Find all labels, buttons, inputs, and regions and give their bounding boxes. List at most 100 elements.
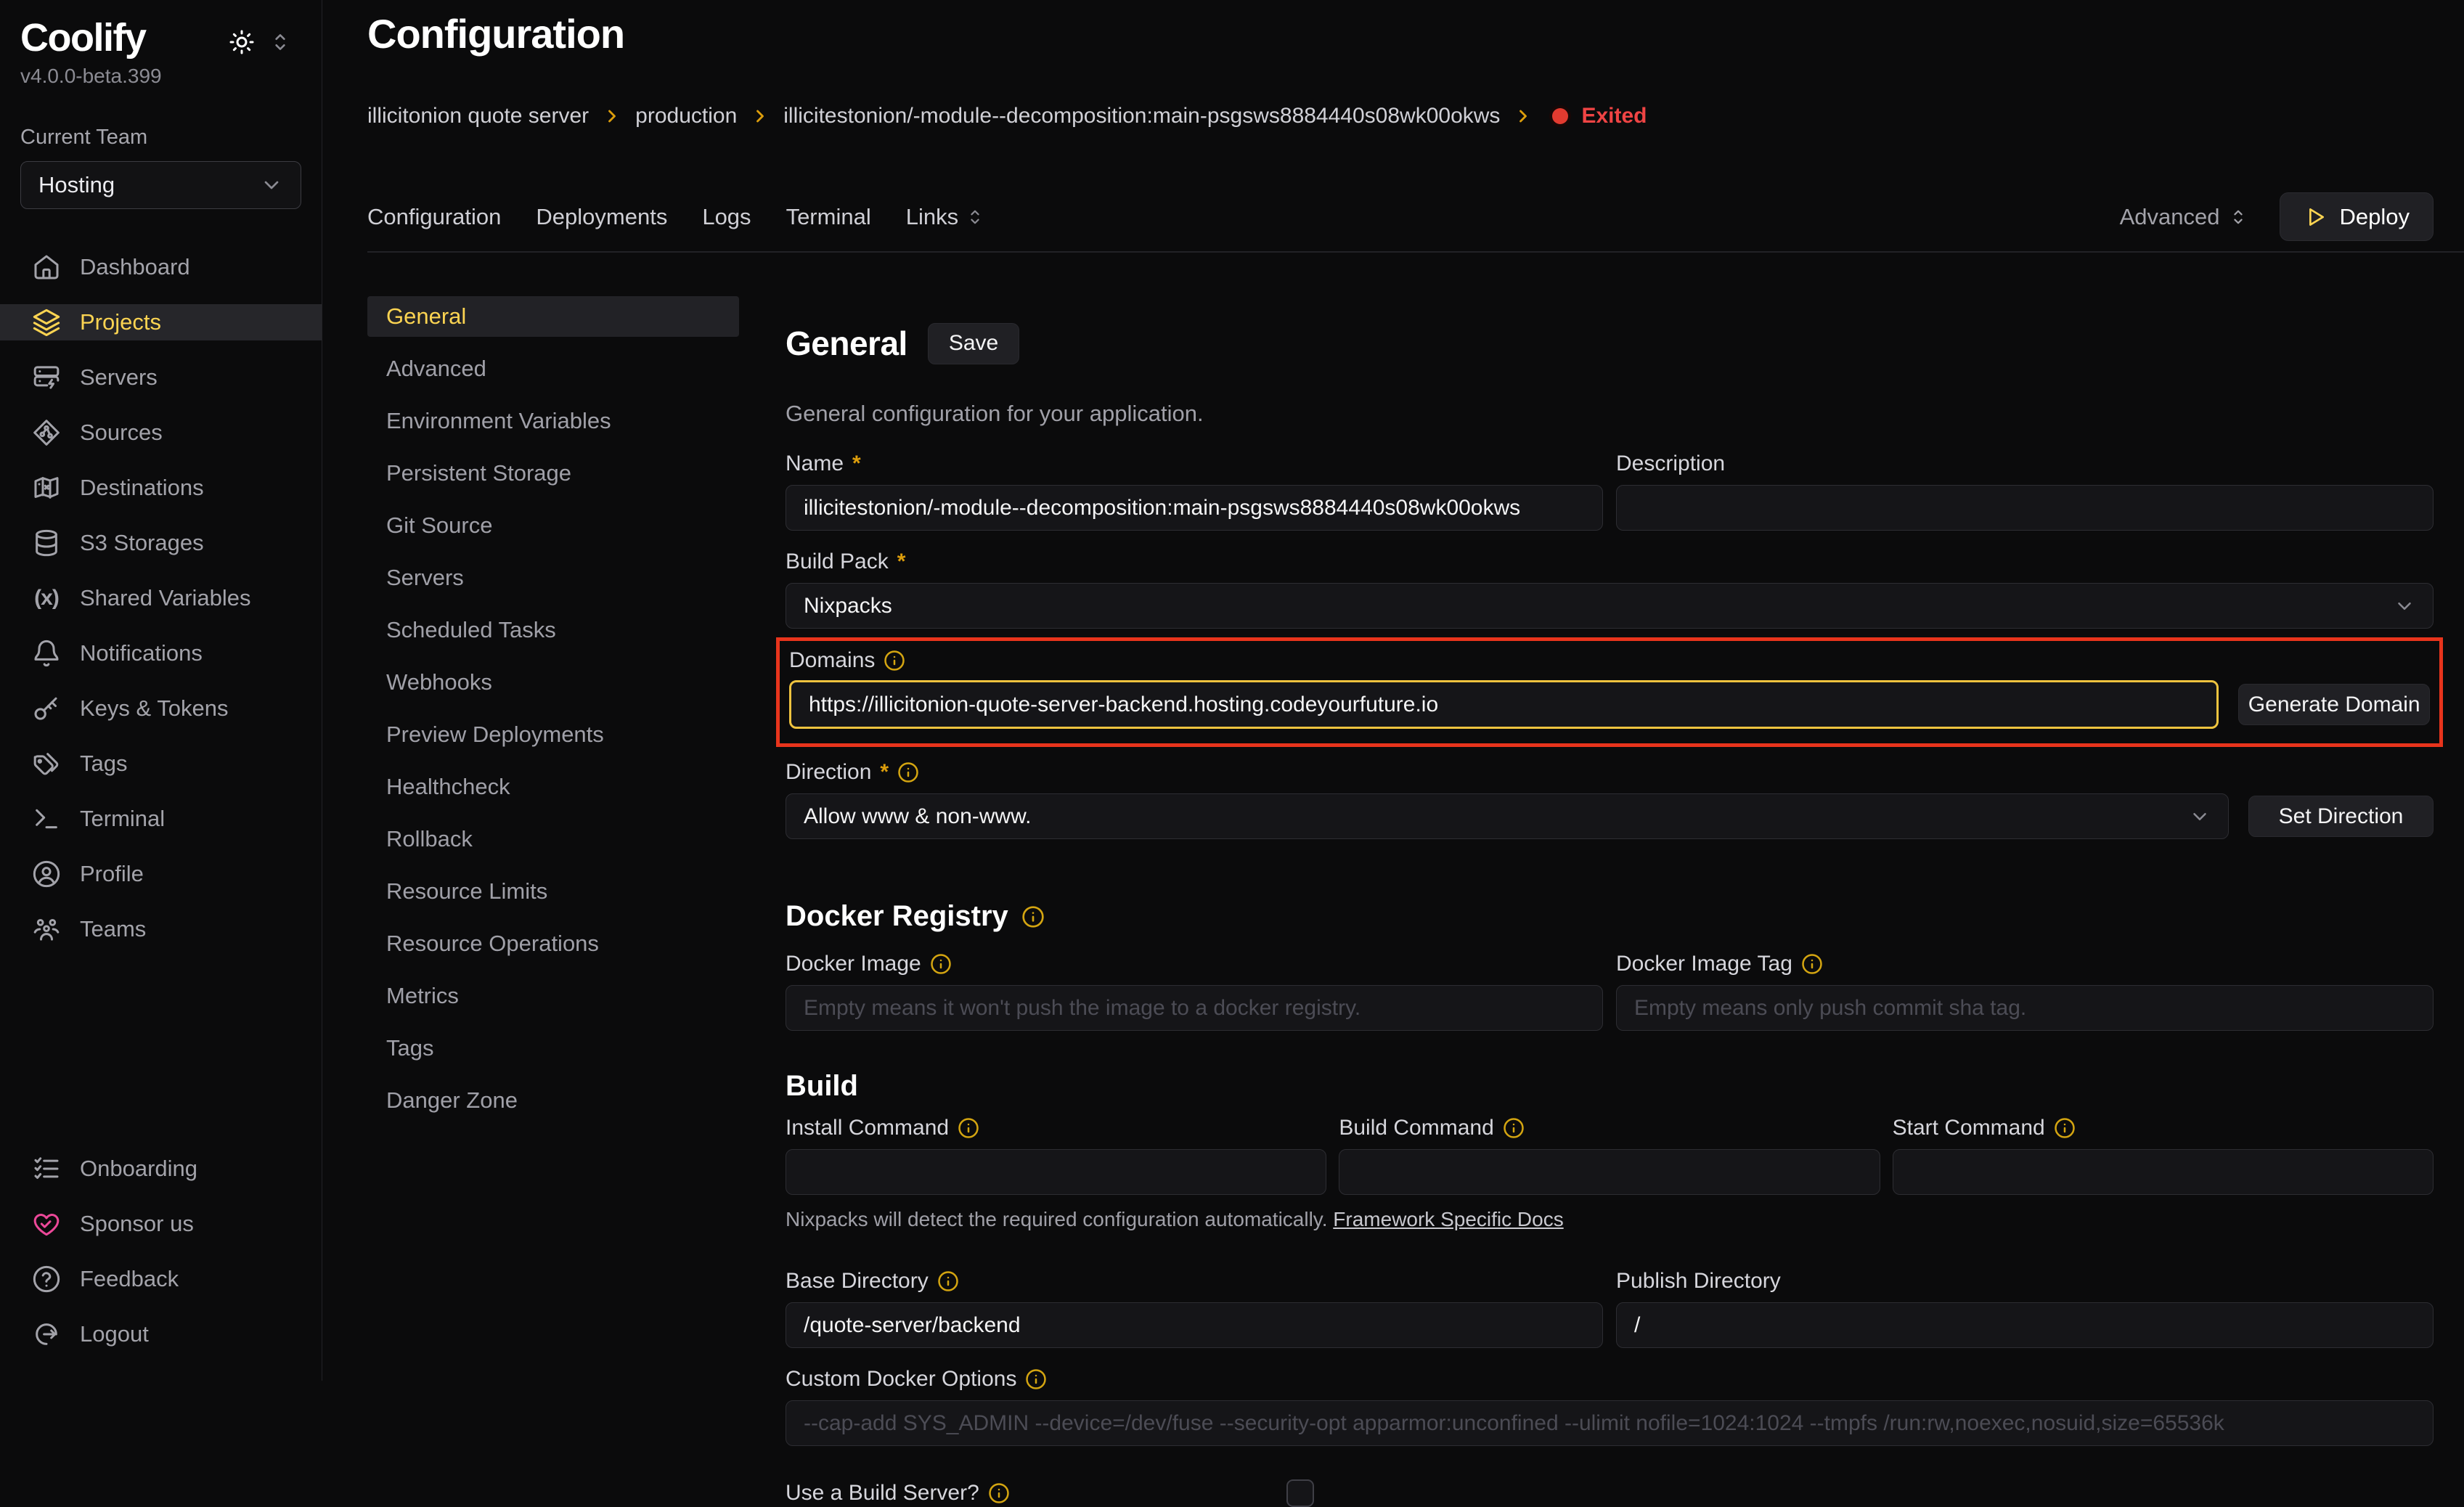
domains-input[interactable]: [789, 680, 2219, 729]
build-pack-select[interactable]: Nixpacks: [786, 583, 2434, 629]
info-icon: [2054, 1117, 2076, 1139]
subnav-item-servers[interactable]: Servers: [367, 558, 739, 598]
base-directory-input[interactable]: [786, 1302, 1603, 1348]
save-button[interactable]: Save: [928, 323, 1019, 364]
direction-select[interactable]: Allow www & non-www.: [786, 793, 2229, 839]
subnav-item-resource-limits[interactable]: Resource Limits: [367, 871, 739, 912]
build-command-input[interactable]: [1339, 1149, 1880, 1195]
start-command-input[interactable]: [1893, 1149, 2434, 1195]
sidebar-item-destinations[interactable]: Destinations: [0, 470, 322, 506]
build-server-label: Use a Build Server?: [786, 1481, 1286, 1506]
config-subnav: General Advanced Environment Variables P…: [367, 296, 786, 1381]
sidebar-item-terminal[interactable]: Terminal: [0, 801, 322, 837]
sidebar-item-servers[interactable]: Servers: [0, 359, 322, 396]
docker-image-tag-input[interactable]: [1616, 985, 2434, 1031]
sidebar-item-tags[interactable]: Tags: [0, 746, 322, 782]
subnav-item-preview-deployments[interactable]: Preview Deployments: [367, 714, 739, 755]
info-icon: [1021, 905, 1045, 928]
publish-directory-input[interactable]: [1616, 1302, 2434, 1348]
build-server-checkbox[interactable]: [1286, 1479, 1314, 1507]
subnav-item-healthcheck[interactable]: Healthcheck: [367, 767, 739, 807]
advanced-dropdown[interactable]: Advanced: [2120, 204, 2246, 230]
subnav-item-webhooks[interactable]: Webhooks: [367, 662, 739, 703]
chevron-right-icon: [602, 106, 622, 126]
sidebar-item-label: Sources: [80, 420, 163, 446]
sidebar-item-dashboard[interactable]: Dashboard: [0, 249, 322, 285]
home-icon: [32, 253, 61, 282]
subnav-item-advanced[interactable]: Advanced: [367, 348, 739, 389]
tabs-row: Configuration Deployments Logs Terminal …: [367, 192, 2434, 241]
domains-highlight-annotation: Domains Generate Domain: [776, 637, 2443, 747]
sidebar-item-logout[interactable]: Logout: [0, 1316, 322, 1352]
docker-registry-title: Docker Registry: [786, 900, 2434, 933]
build-command-label: Build Command: [1339, 1116, 1880, 1140]
subnav-item-environment-variables[interactable]: Environment Variables: [367, 401, 739, 441]
build-pack-label: Build Pack*: [786, 550, 2434, 574]
sidebar-item-profile[interactable]: Profile: [0, 856, 322, 892]
description-input[interactable]: [1616, 485, 2434, 531]
tab-deployments[interactable]: Deployments: [536, 204, 667, 230]
subnav-item-metrics[interactable]: Metrics: [367, 976, 739, 1016]
sidebar-item-label: Sponsor us: [80, 1211, 194, 1237]
help-circle-icon: [32, 1265, 61, 1294]
info-icon: [930, 953, 952, 975]
sidebar-item-s3-storages[interactable]: S3 Storages: [0, 525, 322, 561]
generate-domain-button[interactable]: Generate Domain: [2238, 684, 2430, 725]
section-title: General: [786, 324, 907, 363]
sidebar-item-teams[interactable]: Teams: [0, 911, 322, 947]
team-select[interactable]: Hosting: [20, 161, 301, 209]
updown-chevrons-icon[interactable]: [271, 31, 290, 53]
sidebar-item-sponsor[interactable]: Sponsor us: [0, 1206, 322, 1242]
sidebar-item-keys-tokens[interactable]: Keys & Tokens: [0, 690, 322, 727]
docker-image-input[interactable]: [786, 985, 1603, 1031]
custom-docker-options-input[interactable]: [786, 1400, 2434, 1446]
sidebar-item-feedback[interactable]: Feedback: [0, 1261, 322, 1297]
set-direction-button[interactable]: Set Direction: [2248, 796, 2434, 837]
breadcrumb-environment[interactable]: production: [635, 104, 737, 128]
status-badge: Exited: [1581, 104, 1647, 128]
info-icon: [897, 761, 919, 783]
sidebar-footer-nav: Onboarding Sponsor us Feedback Logout: [0, 1141, 322, 1362]
subnav-item-danger-zone[interactable]: Danger Zone: [367, 1080, 739, 1121]
sidebar-item-sources[interactable]: Sources: [0, 414, 322, 451]
name-input[interactable]: [786, 485, 1603, 531]
deploy-label: Deploy: [2340, 204, 2410, 230]
sidebar-item-onboarding[interactable]: Onboarding: [0, 1151, 322, 1187]
subnav-item-general[interactable]: General: [367, 296, 739, 337]
tab-logs[interactable]: Logs: [702, 204, 751, 230]
user-circle-icon: [32, 859, 61, 889]
framework-docs-link[interactable]: Framework Specific Docs: [1333, 1208, 1563, 1230]
tab-terminal[interactable]: Terminal: [786, 204, 871, 230]
install-command-input[interactable]: [786, 1149, 1326, 1195]
nixpacks-note: Nixpacks will detect the required config…: [786, 1208, 2434, 1231]
breadcrumb-project[interactable]: illicitonion quote server: [367, 104, 589, 128]
install-command-label: Install Command: [786, 1116, 1326, 1140]
sidebar-item-notifications[interactable]: Notifications: [0, 635, 322, 671]
deploy-button[interactable]: Deploy: [2280, 192, 2434, 241]
team-select-value: Hosting: [38, 172, 115, 198]
sidebar-item-projects[interactable]: Projects: [0, 304, 322, 340]
base-directory-label: Base Directory: [786, 1269, 1603, 1294]
status-dot: [1552, 108, 1568, 124]
tab-links[interactable]: Links: [906, 204, 983, 230]
subnav-item-tags[interactable]: Tags: [367, 1028, 739, 1069]
tab-configuration[interactable]: Configuration: [367, 204, 501, 230]
sun-icon[interactable]: [229, 29, 255, 55]
subnav-item-persistent-storage[interactable]: Persistent Storage: [367, 453, 739, 494]
required-asterisk: *: [897, 550, 906, 574]
sidebar-item-label: Terminal: [80, 806, 165, 832]
subnav-item-rollback[interactable]: Rollback: [367, 819, 739, 859]
start-command-label: Start Command: [1893, 1116, 2434, 1140]
subnav-item-resource-operations[interactable]: Resource Operations: [367, 923, 739, 964]
breadcrumb-application[interactable]: illicitestonion/-module--decomposition:m…: [783, 104, 1500, 128]
chevron-right-icon: [750, 106, 770, 126]
subnav-item-scheduled-tasks[interactable]: Scheduled Tasks: [367, 610, 739, 650]
direction-label: Direction*: [786, 760, 2434, 785]
sidebar-item-label: Teams: [80, 916, 146, 942]
advanced-label: Advanced: [2120, 204, 2220, 230]
map-icon: [32, 473, 61, 502]
sidebar-item-shared-variables[interactable]: (x) Shared Variables: [0, 580, 322, 616]
section-description: General configuration for your applicati…: [786, 401, 2434, 427]
bell-icon: [32, 639, 61, 668]
subnav-item-git-source[interactable]: Git Source: [367, 505, 739, 546]
